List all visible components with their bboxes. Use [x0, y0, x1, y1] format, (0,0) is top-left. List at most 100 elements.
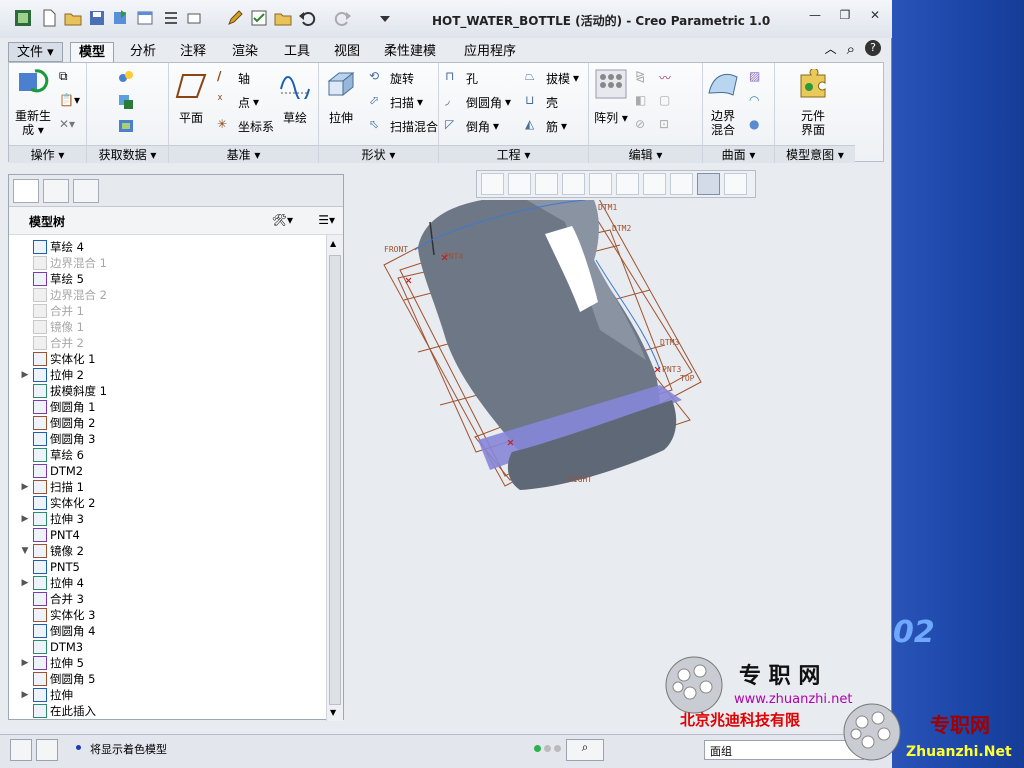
tree-item[interactable]: 倒圆角 1: [19, 399, 95, 415]
regenerate-qa-icon[interactable]: [112, 9, 130, 27]
tab-file[interactable]: 文件 ▾: [8, 42, 63, 62]
delete-icon[interactable]: ✕▾: [59, 117, 75, 131]
point-button[interactable]: ᕁ点 ▾: [217, 93, 259, 111]
tree-item[interactable]: 草绘 5: [19, 271, 84, 287]
zoom-in-icon[interactable]: [508, 173, 531, 195]
view-manager-icon[interactable]: [643, 173, 666, 195]
tab-render[interactable]: 渲染: [224, 42, 266, 62]
collapse-ribbon-icon[interactable]: ︿: [825, 40, 837, 58]
tree-item[interactable]: 在此插入: [19, 703, 96, 719]
tree-item[interactable]: 实体化 2: [19, 495, 95, 511]
search-icon[interactable]: ⌕: [847, 40, 855, 58]
check-icon[interactable]: [250, 9, 268, 27]
tree-item[interactable]: 镜像 1: [19, 319, 84, 335]
revolve-button[interactable]: ⟲ 旋转: [369, 69, 414, 87]
tree-columns-icon[interactable]: ☰▾: [318, 213, 335, 227]
open-file-icon[interactable]: [64, 9, 82, 27]
window-icon[interactable]: [136, 9, 154, 27]
plane-icon[interactable]: [175, 71, 207, 101]
tree-item[interactable]: 合并 1: [19, 303, 84, 319]
mirror-icon[interactable]: ⧎: [635, 69, 645, 83]
group-datum-footer[interactable]: 基准 ▾: [169, 145, 318, 163]
tree-item[interactable]: 实体化 3: [19, 607, 95, 623]
expand-arrow-icon[interactable]: ▶: [19, 578, 31, 588]
tree-item[interactable]: DTM3: [19, 639, 83, 655]
component-label-2[interactable]: 界面: [793, 121, 833, 138]
saved-orientations-icon[interactable]: [616, 173, 639, 195]
component-interface-icon[interactable]: [797, 69, 829, 99]
axis-button[interactable]: / 轴: [217, 69, 250, 87]
scroll-up-icon[interactable]: ▲: [330, 239, 336, 248]
edit-icon[interactable]: [226, 9, 244, 27]
save-icon[interactable]: [88, 9, 106, 27]
tree-item[interactable]: 草绘 4: [19, 239, 84, 255]
regenerate-label-2[interactable]: 成 ▾: [13, 121, 53, 138]
tab-model[interactable]: 模型: [70, 42, 115, 62]
offset-icon[interactable]: ▢: [659, 93, 670, 107]
expand-arrow-icon[interactable]: ▶: [19, 690, 31, 700]
hole-button[interactable]: ⊓ 孔: [445, 69, 478, 87]
trim-icon[interactable]: 〰: [659, 69, 671, 86]
tree-item[interactable]: PNT5: [19, 559, 80, 575]
group-get-data-footer[interactable]: 获取数据 ▾: [87, 145, 168, 163]
expand-arrow-icon[interactable]: ▶: [19, 514, 31, 524]
pattern-icon[interactable]: [595, 69, 627, 99]
redo-icon[interactable]: [334, 9, 352, 27]
find-icon[interactable]: ⌕: [566, 739, 604, 761]
new-file-icon[interactable]: [40, 9, 58, 27]
chamfer-button[interactable]: ◸ 倒角 ▾: [445, 117, 499, 135]
sketch-label[interactable]: 草绘: [275, 109, 315, 126]
shell-button[interactable]: ⊔ 壳: [525, 93, 558, 111]
tab-applications[interactable]: 应用程序: [456, 42, 524, 62]
spin-center-icon[interactable]: [724, 173, 747, 195]
group-editing-footer[interactable]: 编辑 ▾: [589, 145, 702, 163]
group-shapes-footer[interactable]: 形状 ▾: [319, 145, 438, 163]
model-tree-scrollbar[interactable]: ▲ ▼: [326, 235, 343, 721]
project-icon[interactable]: ⊡: [659, 117, 669, 131]
repaint-icon[interactable]: [562, 173, 585, 195]
model-tree-tab-icon[interactable]: [13, 179, 39, 203]
tab-view[interactable]: 视图: [326, 42, 368, 62]
merge-icon[interactable]: ◧: [635, 93, 646, 107]
tree-item[interactable]: 倒圆角 5: [19, 671, 95, 687]
group-model-intent-footer[interactable]: 模型意图 ▾: [775, 145, 855, 163]
shrinkwrap-icon[interactable]: [117, 117, 135, 135]
tree-settings-icon[interactable]: 🛠▾: [272, 213, 293, 227]
close-icon[interactable]: ✕: [864, 8, 886, 24]
tree-item[interactable]: 倒圆角 2: [19, 415, 95, 431]
tree-item[interactable]: ▶ 拉伸 5: [19, 655, 84, 671]
paste-icon[interactable]: 📋▾: [59, 93, 80, 107]
tree-item[interactable]: ▶ 拉伸 3: [19, 511, 84, 527]
customize-toolbar-chevron-icon[interactable]: [376, 9, 394, 27]
maximize-icon[interactable]: ❐: [834, 8, 856, 24]
plane-label[interactable]: 平面: [173, 109, 209, 126]
folder-browser-tab-icon[interactable]: [43, 179, 69, 203]
boundary-blend-icon[interactable]: [707, 69, 739, 99]
display-style-icon[interactable]: [589, 173, 612, 195]
tree-item[interactable]: DTM2: [19, 463, 83, 479]
tree-item[interactable]: 边界混合 2: [19, 287, 107, 303]
zoom-out-icon[interactable]: [535, 173, 558, 195]
minimize-icon[interactable]: —: [804, 8, 826, 24]
tab-analysis[interactable]: 分析: [122, 42, 164, 62]
tree-item[interactable]: 草绘 6: [19, 447, 84, 463]
tab-tools[interactable]: 工具: [276, 42, 318, 62]
user-defined-feature-icon[interactable]: [117, 93, 135, 111]
round-button[interactable]: ◞ 倒圆角 ▾: [445, 93, 511, 111]
scroll-thumb[interactable]: [329, 255, 341, 705]
fill-icon[interactable]: ●: [749, 117, 759, 131]
undo-icon[interactable]: [298, 9, 316, 27]
annotation-display-icon[interactable]: [697, 173, 720, 195]
help-icon[interactable]: ?: [865, 40, 881, 56]
rib-button[interactable]: ◭ 筋 ▾: [525, 117, 567, 135]
group-engineering-footer[interactable]: 工程 ▾: [439, 145, 588, 163]
refit-icon[interactable]: [481, 173, 504, 195]
tree-item[interactable]: 拔模斜度 1: [19, 383, 107, 399]
favorites-tab-icon[interactable]: [73, 179, 99, 203]
swept-blend-button[interactable]: ⬁ 扫描混合: [369, 117, 438, 135]
scroll-down-icon[interactable]: ▼: [330, 708, 336, 717]
tree-item[interactable]: ▼ 镜像 2: [19, 543, 84, 559]
group-operations-footer[interactable]: 操作 ▾: [9, 145, 86, 163]
window-switch-icon[interactable]: [186, 9, 204, 27]
expand-arrow-icon[interactable]: ▼: [19, 546, 31, 556]
